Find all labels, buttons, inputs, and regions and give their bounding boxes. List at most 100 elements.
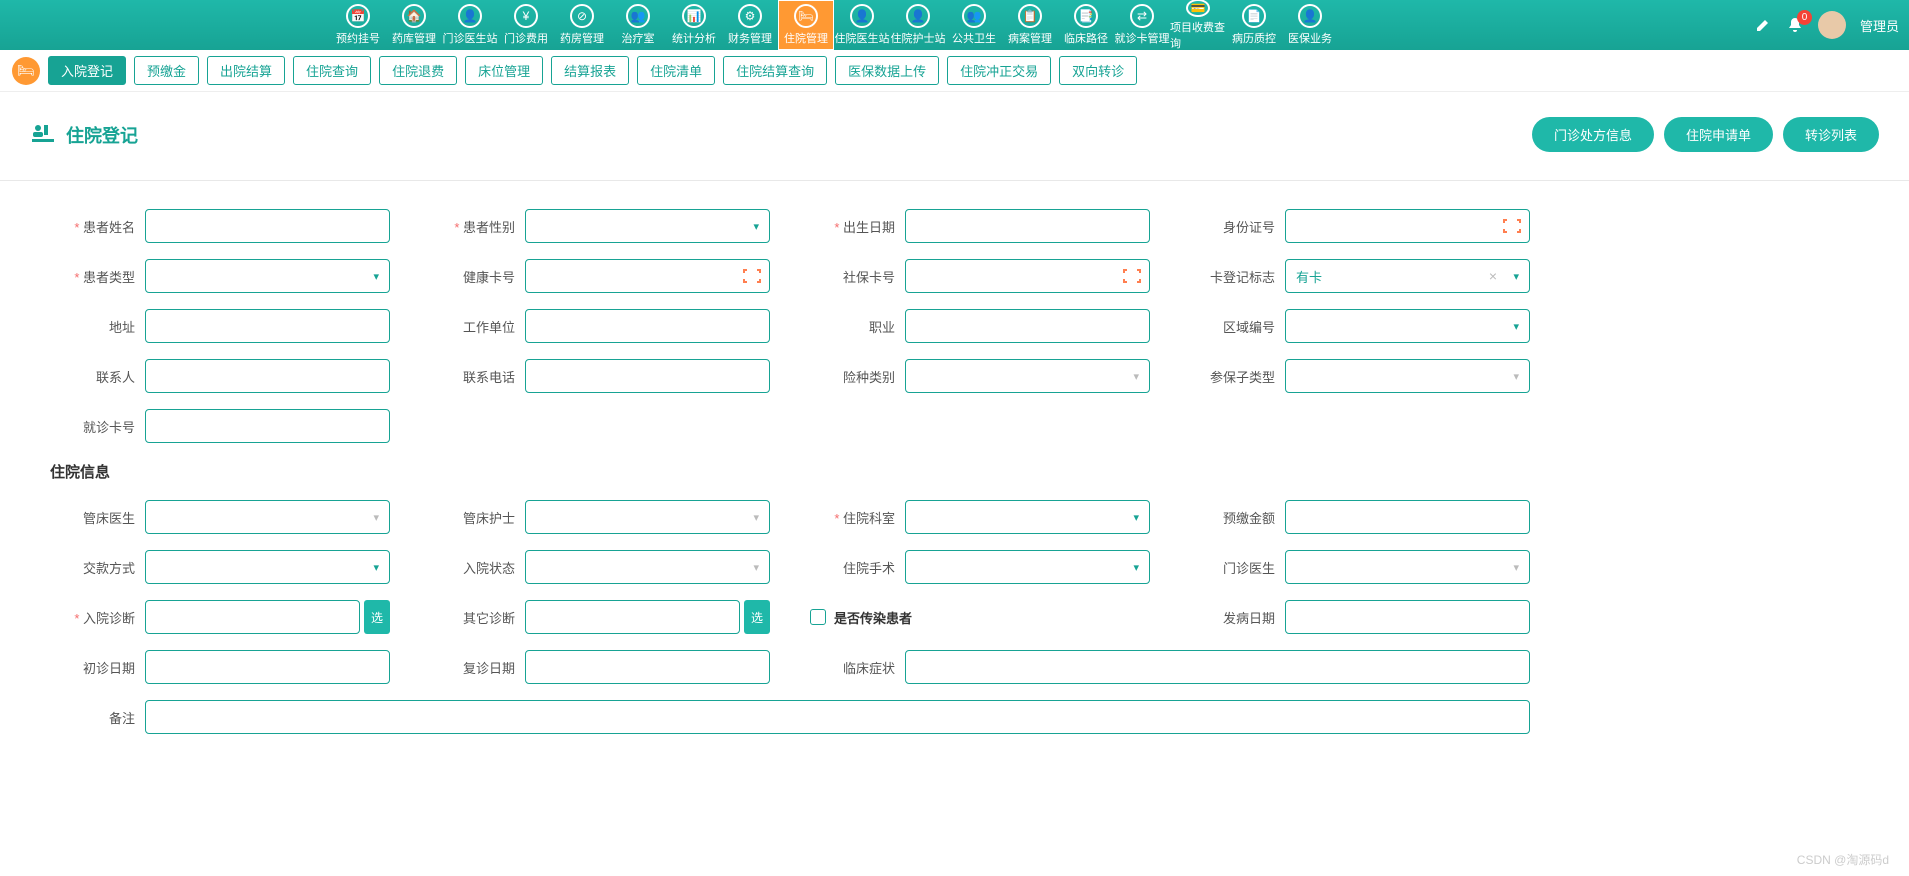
- nav-inpatient-doctor[interactable]: 👤住院医生站: [834, 0, 890, 50]
- bed-nurse-select[interactable]: ▾: [525, 500, 770, 534]
- nav-outpatient-fee[interactable]: ¥门诊费用: [498, 0, 554, 50]
- bed-doctor-select[interactable]: ▾: [145, 500, 390, 534]
- referral-list-button[interactable]: 转诊列表: [1783, 117, 1879, 152]
- outpatient-rx-button[interactable]: 门诊处方信息: [1532, 117, 1654, 152]
- chevron-down-icon: ▾: [373, 270, 379, 283]
- outpatient-doctor-select[interactable]: ▾: [1285, 550, 1530, 584]
- health-card-input[interactable]: [525, 259, 770, 293]
- label-outpatient-doctor: 门诊医生: [1170, 558, 1285, 577]
- tab-inpatient-list[interactable]: 住院清单: [637, 56, 715, 85]
- notifications-button[interactable]: 0: [1786, 16, 1804, 34]
- tab-discharge[interactable]: 出院结算: [207, 56, 285, 85]
- visit-card-input[interactable]: [145, 409, 390, 443]
- symptoms-input[interactable]: [905, 650, 1530, 684]
- label-area-code: 区域编号: [1170, 317, 1285, 336]
- nav-inpatient-nurse[interactable]: 👤住院护士站: [890, 0, 946, 50]
- tab-prepay[interactable]: 预缴金: [134, 56, 199, 85]
- first-date-input[interactable]: [145, 650, 390, 684]
- nav-record-qc[interactable]: 📄病历质控: [1226, 0, 1282, 50]
- patient-type-select[interactable]: ▾: [145, 259, 390, 293]
- page-content: 住院登记 门诊处方信息 住院申请单 转诊列表 患者姓名 患者性别▾ 出生日期 身…: [0, 92, 1909, 775]
- scan-icon[interactable]: [1503, 219, 1521, 233]
- tab-reversal[interactable]: 住院冲正交易: [947, 56, 1051, 85]
- label-surgery: 住院手术: [790, 558, 905, 577]
- nav-statistics[interactable]: 📊统计分析: [666, 0, 722, 50]
- nav-appointment[interactable]: 📅预约挂号: [330, 0, 386, 50]
- clear-icon[interactable]: ×: [1489, 268, 1497, 284]
- label-insurance-type: 险种类别: [790, 367, 905, 386]
- tab-settle-query[interactable]: 住院结算查询: [723, 56, 827, 85]
- chevron-down-icon: ▾: [1513, 320, 1519, 333]
- patient-name-input[interactable]: [145, 209, 390, 243]
- nav-inpatient-mgmt[interactable]: 🛏住院管理: [778, 0, 834, 50]
- patient-sex-select[interactable]: ▾: [525, 209, 770, 243]
- social-card-input[interactable]: [905, 259, 1150, 293]
- scan-icon[interactable]: [743, 269, 761, 283]
- avatar[interactable]: [1818, 11, 1846, 39]
- pay-method-select[interactable]: ▾: [145, 550, 390, 584]
- tab-insurance-upload[interactable]: 医保数据上传: [835, 56, 939, 85]
- revisit-date-input[interactable]: [525, 650, 770, 684]
- area-code-select[interactable]: ▾: [1285, 309, 1530, 343]
- user-icon: 👤: [850, 4, 874, 28]
- user-icon: 👤: [906, 4, 930, 28]
- occupation-input[interactable]: [905, 309, 1150, 343]
- dept-select[interactable]: ▾: [905, 500, 1150, 534]
- work-unit-input[interactable]: [525, 309, 770, 343]
- nav-project-fee[interactable]: 💳项目收费查询: [1170, 0, 1226, 50]
- tab-admission[interactable]: 入院登记: [48, 56, 126, 85]
- prepay-input[interactable]: [1285, 500, 1530, 534]
- label-admit-status: 入院状态: [410, 558, 525, 577]
- insurance-type-select[interactable]: ▾: [905, 359, 1150, 393]
- nav-medical-record[interactable]: 📋病案管理: [1002, 0, 1058, 50]
- infectious-checkbox[interactable]: 是否传染患者: [790, 608, 912, 627]
- tab-inpatient-query[interactable]: 住院查询: [293, 56, 371, 85]
- label-patient-type: 患者类型: [30, 267, 145, 286]
- label-admit-diag: 入院诊断: [30, 608, 145, 627]
- nav-visit-card[interactable]: ⇄就诊卡管理: [1114, 0, 1170, 50]
- tab-refund[interactable]: 住院退费: [379, 56, 457, 85]
- admission-icon: [30, 122, 56, 148]
- user-name: 管理员: [1860, 16, 1899, 35]
- contact-input[interactable]: [145, 359, 390, 393]
- id-no-input[interactable]: [1285, 209, 1530, 243]
- scan-icon[interactable]: [1123, 269, 1141, 283]
- admit-status-select[interactable]: ▾: [525, 550, 770, 584]
- nav-treatment[interactable]: 👥治疗室: [610, 0, 666, 50]
- admission-request-button[interactable]: 住院申请单: [1664, 117, 1773, 152]
- nav-insurance[interactable]: 👤医保业务: [1282, 0, 1338, 50]
- nav-public-health[interactable]: 👥公共卫生: [946, 0, 1002, 50]
- chevron-down-icon: ▾: [1133, 370, 1139, 383]
- nav-pharmacy[interactable]: ⊘药房管理: [554, 0, 610, 50]
- label-insured-sub: 参保子类型: [1170, 367, 1285, 386]
- remark-input[interactable]: [145, 700, 1530, 734]
- address-input[interactable]: [145, 309, 390, 343]
- phone-input[interactable]: [525, 359, 770, 393]
- nav-clinical-path[interactable]: 📑临床路径: [1058, 0, 1114, 50]
- list-icon: 📑: [1074, 4, 1098, 28]
- tab-referral[interactable]: 双向转诊: [1059, 56, 1137, 85]
- surgery-select[interactable]: ▾: [905, 550, 1150, 584]
- page-header: 住院登记 门诊处方信息 住院申请单 转诊列表: [30, 117, 1879, 152]
- other-diag-input[interactable]: [525, 600, 740, 634]
- sub-nav: 🛏 入院登记 预缴金 出院结算 住院查询 住院退费 床位管理 结算报表 住院清单…: [0, 50, 1909, 92]
- tab-settle-report[interactable]: 结算报表: [551, 56, 629, 85]
- other-diag-select-button[interactable]: 选: [744, 600, 770, 634]
- card-flag-select[interactable]: 有卡×▾: [1285, 259, 1530, 293]
- label-patient-name: 患者姓名: [30, 217, 145, 236]
- insured-sub-select[interactable]: ▾: [1285, 359, 1530, 393]
- nav-finance[interactable]: ⚙财务管理: [722, 0, 778, 50]
- edit-icon[interactable]: [1754, 16, 1772, 34]
- user-icon: 👤: [1298, 4, 1322, 28]
- onset-date-input[interactable]: [1285, 600, 1530, 634]
- nav-drugstore[interactable]: 🏠药库管理: [386, 0, 442, 50]
- tab-bed-mgmt[interactable]: 床位管理: [465, 56, 543, 85]
- nav-outpatient-doctor[interactable]: 👤门诊医生站: [442, 0, 498, 50]
- chevron-down-icon: ▾: [1513, 561, 1519, 574]
- admit-diag-input[interactable]: [145, 600, 360, 634]
- chevron-down-icon: ▾: [373, 511, 379, 524]
- label-onset-date: 发病日期: [1170, 608, 1285, 627]
- top-nav: 📅预约挂号 🏠药库管理 👤门诊医生站 ¥门诊费用 ⊘药房管理 👥治疗室 📊统计分…: [0, 0, 1909, 50]
- admit-diag-select-button[interactable]: 选: [364, 600, 390, 634]
- birth-date-input[interactable]: [905, 209, 1150, 243]
